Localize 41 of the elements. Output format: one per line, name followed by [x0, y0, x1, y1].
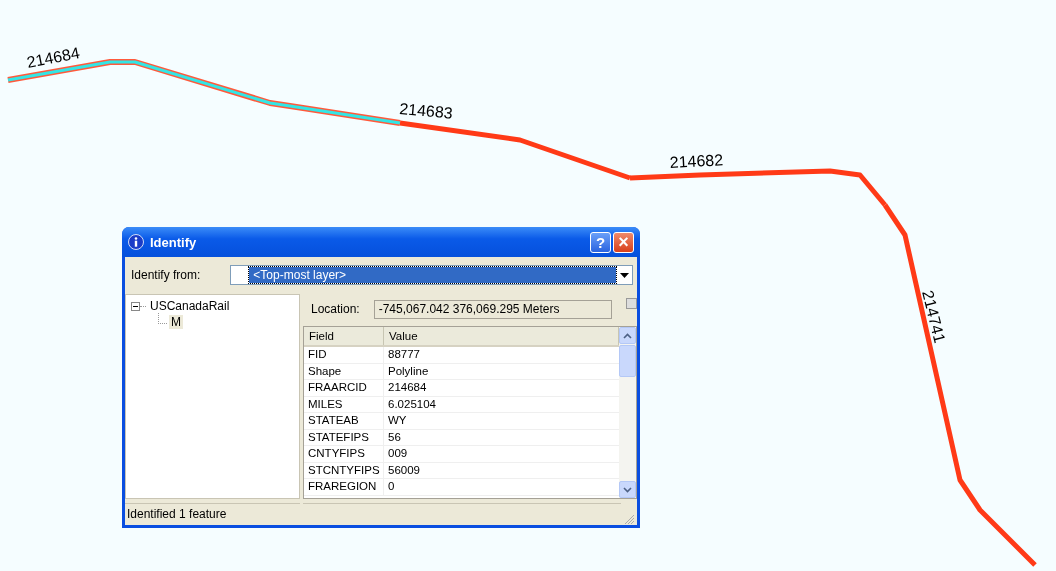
- resize-grip-icon[interactable]: [624, 514, 635, 525]
- table-cell-text: 0: [387, 479, 396, 494]
- scroll-down-icon[interactable]: [623, 486, 632, 493]
- vertical-scrollbar[interactable]: [619, 327, 636, 498]
- window-title: Identify: [150, 234, 198, 250]
- collapse-icon[interactable]: [131, 301, 140, 311]
- table-cell-text: 214684: [387, 380, 428, 395]
- location-label: Location:: [311, 302, 360, 316]
- status-text: Identified 1 feature: [125, 503, 300, 525]
- table-cell-text: 6.025104: [387, 396, 437, 412]
- table-cell: FID: [304, 347, 384, 363]
- rail-line[interactable]: [882, 203, 1037, 567]
- rail-label: 214683: [398, 100, 454, 122]
- table-cell: STATEAB: [304, 413, 384, 429]
- table-cell: FRAARCID: [304, 380, 384, 396]
- table-cell: FRAREGION: [304, 479, 384, 495]
- table-cell-text: 009: [387, 446, 409, 461]
- rail-line[interactable]: [399, 120, 631, 181]
- tree-item[interactable]: M: [169, 315, 183, 329]
- table-cell: MILES: [304, 396, 384, 412]
- table-cell-text: 56: [387, 429, 402, 445]
- table-cell: Shape: [304, 363, 384, 379]
- scroll-up-icon[interactable]: [623, 332, 632, 339]
- location-field: -745,067.042 376,069.295 Meters: [373, 299, 612, 319]
- rail-line[interactable]: [629, 168, 887, 207]
- table-cell-text: 56009: [387, 462, 421, 478]
- table-cell: STATEFIPS: [304, 429, 384, 445]
- table-cell: CNTYFIPS: [304, 446, 384, 462]
- identify-from-label: Identify from:: [131, 268, 201, 282]
- tree-item[interactable]: USCanadaRail: [148, 299, 232, 313]
- rail-label: 214682: [669, 151, 724, 171]
- table-cell-text: 88777: [387, 347, 421, 362]
- rail-label: 214741: [919, 288, 949, 345]
- table-cell-text: WY: [387, 413, 408, 428]
- table-cell-text: Polyline: [387, 363, 430, 379]
- info-icon: [128, 234, 144, 250]
- layer-dropdown[interactable]: <Top-most layer>: [230, 265, 633, 285]
- column-header[interactable]: Field: [304, 327, 384, 345]
- scroll-thumb[interactable]: [619, 345, 636, 377]
- rail-label: 214684: [25, 44, 81, 71]
- table-cell: STCNTYFIPS: [304, 462, 384, 478]
